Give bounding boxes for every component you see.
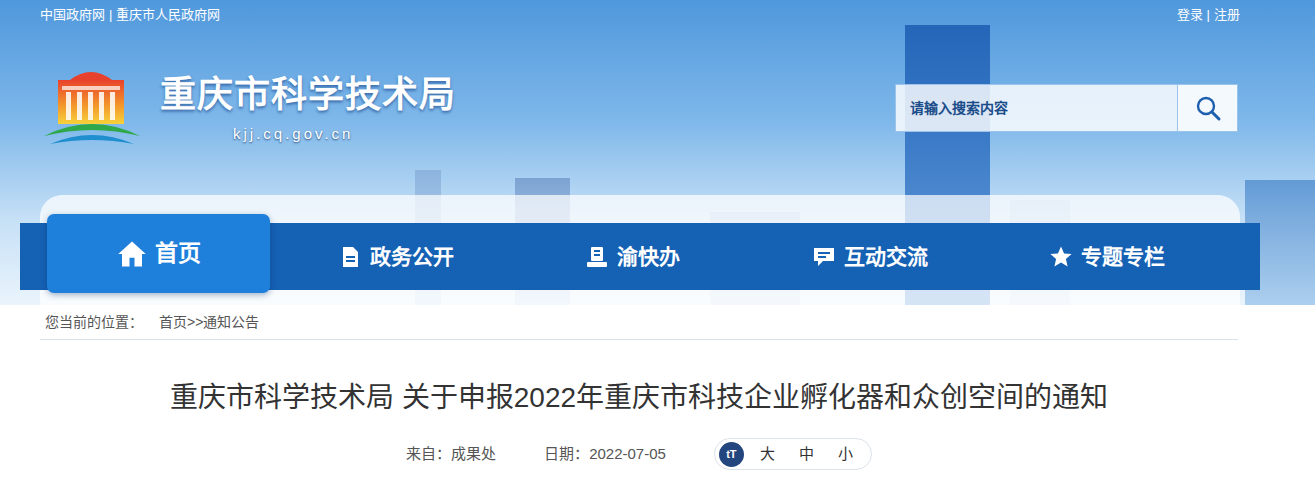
font-size-control: tT 大 中 小: [714, 438, 872, 470]
date-value: 2022-07-05: [589, 445, 666, 462]
source-value: 成果处: [451, 445, 496, 462]
font-size-option[interactable]: 中: [799, 443, 814, 466]
site-domain: kjj.cq.gov.cn: [233, 123, 456, 146]
gov-link[interactable]: 重庆市人民政府网: [116, 5, 220, 25]
nav-label: 首页: [155, 236, 201, 271]
nav-cell: 专题专栏: [988, 223, 1225, 290]
nav-item[interactable]: 首页: [47, 214, 270, 293]
gov-links: 中国政府网|重庆市人民政府网: [40, 5, 220, 25]
font-size-options: 大中小: [760, 443, 853, 466]
link-separator: |: [109, 5, 112, 25]
nav-label: 互动交流: [844, 241, 928, 273]
article-date: 日期：2022-07-05: [544, 443, 666, 466]
nav-cell: 首页: [40, 223, 277, 290]
service-icon: [585, 245, 609, 269]
user-links: 登录|注册: [1177, 5, 1240, 25]
search-box: [895, 84, 1238, 132]
site-title: 重庆市科学技术局: [160, 74, 456, 115]
brand-row: 重庆市科学技术局 kjj.cq.gov.cn: [0, 30, 1315, 195]
nav-cell: 互动交流: [751, 223, 988, 290]
nav-cell: 渝快办: [514, 223, 751, 290]
main-nav: 首页 政务公开 渝快办 互动交流 专题专栏: [20, 223, 1260, 290]
content: 您当前的位置： 首页>>通知公告 重庆市科学技术局 关于申报2022年重庆市科技企…: [40, 305, 1238, 470]
magnifier-icon: [1194, 94, 1222, 122]
article-meta: 来自：成果处 日期：2022-07-05 tT 大 中 小: [40, 438, 1238, 470]
nav-cell: 政务公开: [277, 223, 514, 290]
nav-label: 政务公开: [370, 241, 454, 273]
chat-icon: [812, 245, 836, 269]
home-icon: [117, 239, 147, 269]
breadcrumb-separator: >>: [187, 312, 203, 333]
top-bar: 中国政府网|重庆市人民政府网 登录|注册: [0, 0, 1315, 30]
nav-item[interactable]: 政务公开: [284, 223, 507, 290]
site-header: 中国政府网|重庆市人民政府网 登录|注册: [0, 0, 1315, 305]
breadcrumb: 您当前的位置： 首页>>通知公告: [40, 305, 1238, 340]
font-size-icon: tT: [719, 442, 744, 467]
nav-item[interactable]: 专题专栏: [995, 223, 1218, 290]
font-size-option[interactable]: 大: [760, 443, 775, 466]
link-separator: |: [1207, 5, 1210, 25]
nav-label: 专题专栏: [1081, 241, 1165, 273]
article-source: 来自：成果处: [406, 443, 496, 466]
breadcrumb-link[interactable]: 通知公告: [203, 312, 259, 333]
search-button[interactable]: [1177, 85, 1237, 131]
user-link[interactable]: 注册: [1214, 5, 1240, 25]
nav-label: 渝快办: [617, 241, 680, 273]
breadcrumb-link[interactable]: 首页: [159, 312, 187, 333]
nav-item[interactable]: 渝快办: [521, 223, 744, 290]
gov-link[interactable]: 中国政府网: [40, 5, 105, 25]
user-link[interactable]: 登录: [1177, 5, 1203, 25]
emblem-icon: [40, 66, 144, 146]
nav-panel: 首页 政务公开 渝快办 互动交流 专题专栏: [40, 195, 1240, 305]
star-icon: [1049, 245, 1073, 269]
date-label: 日期：: [544, 445, 589, 462]
search-input[interactable]: [896, 85, 1177, 131]
nav-item[interactable]: 互动交流: [758, 223, 981, 290]
article-title: 重庆市科学技术局 关于申报2022年重庆市科技企业孵化器和众创空间的通知: [40, 380, 1238, 416]
brand[interactable]: 重庆市科学技术局 kjj.cq.gov.cn: [40, 66, 456, 146]
document-icon: [338, 245, 362, 269]
breadcrumb-prefix: 您当前的位置：: [45, 312, 143, 333]
font-size-option[interactable]: 小: [838, 443, 853, 466]
source-label: 来自：: [406, 445, 451, 462]
